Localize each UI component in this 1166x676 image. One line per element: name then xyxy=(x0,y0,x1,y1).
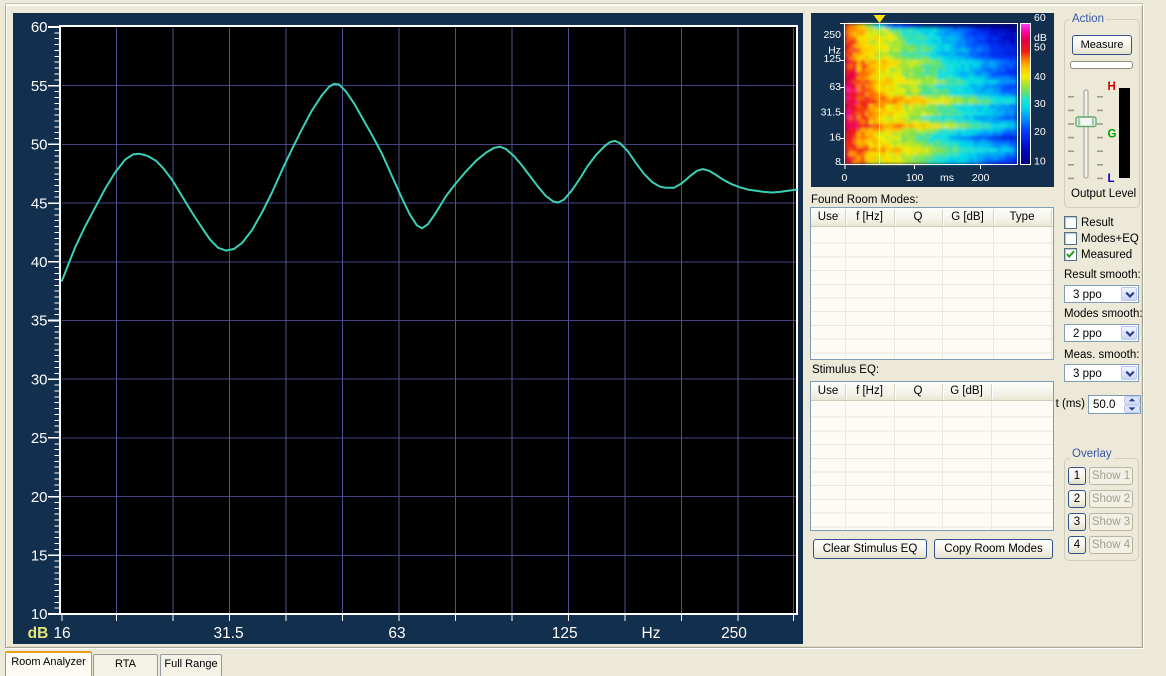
svg-text:dB: dB xyxy=(28,625,49,642)
svg-text:200: 200 xyxy=(972,172,990,184)
svg-text:31.5: 31.5 xyxy=(214,625,244,642)
svg-text:50: 50 xyxy=(1034,42,1046,54)
svg-text:60: 60 xyxy=(31,19,48,36)
svg-text:250: 250 xyxy=(823,29,841,41)
svg-text:63: 63 xyxy=(829,81,841,93)
svg-text:30: 30 xyxy=(31,371,48,388)
svg-text:ms: ms xyxy=(940,172,954,184)
svg-text:63: 63 xyxy=(388,625,405,642)
svg-text:10: 10 xyxy=(31,606,48,623)
svg-text:H: H xyxy=(1108,81,1116,93)
svg-text:31.5: 31.5 xyxy=(821,106,842,118)
svg-text:20: 20 xyxy=(31,489,48,506)
svg-text:45: 45 xyxy=(31,195,48,212)
svg-text:Hz: Hz xyxy=(642,625,661,642)
svg-text:G: G xyxy=(1108,129,1117,141)
svg-text:250: 250 xyxy=(721,625,747,642)
svg-text:100: 100 xyxy=(906,172,924,184)
svg-text:40: 40 xyxy=(1034,71,1046,83)
svg-text:L: L xyxy=(1108,173,1115,184)
svg-text:125: 125 xyxy=(823,53,841,65)
svg-text:16: 16 xyxy=(829,132,841,144)
svg-text:60: 60 xyxy=(1034,13,1046,24)
svg-text:10: 10 xyxy=(1034,156,1046,168)
svg-text:55: 55 xyxy=(31,78,48,95)
svg-text:40: 40 xyxy=(31,254,48,271)
svg-text:0: 0 xyxy=(841,172,847,184)
svg-text:30: 30 xyxy=(1034,98,1046,110)
svg-text:50: 50 xyxy=(31,137,48,154)
svg-text:16: 16 xyxy=(53,625,70,642)
svg-text:35: 35 xyxy=(31,313,48,330)
svg-text:15: 15 xyxy=(31,548,48,565)
svg-text:25: 25 xyxy=(31,430,48,447)
svg-text:20: 20 xyxy=(1034,126,1046,138)
svg-text:125: 125 xyxy=(552,625,578,642)
svg-text:8: 8 xyxy=(835,156,841,168)
